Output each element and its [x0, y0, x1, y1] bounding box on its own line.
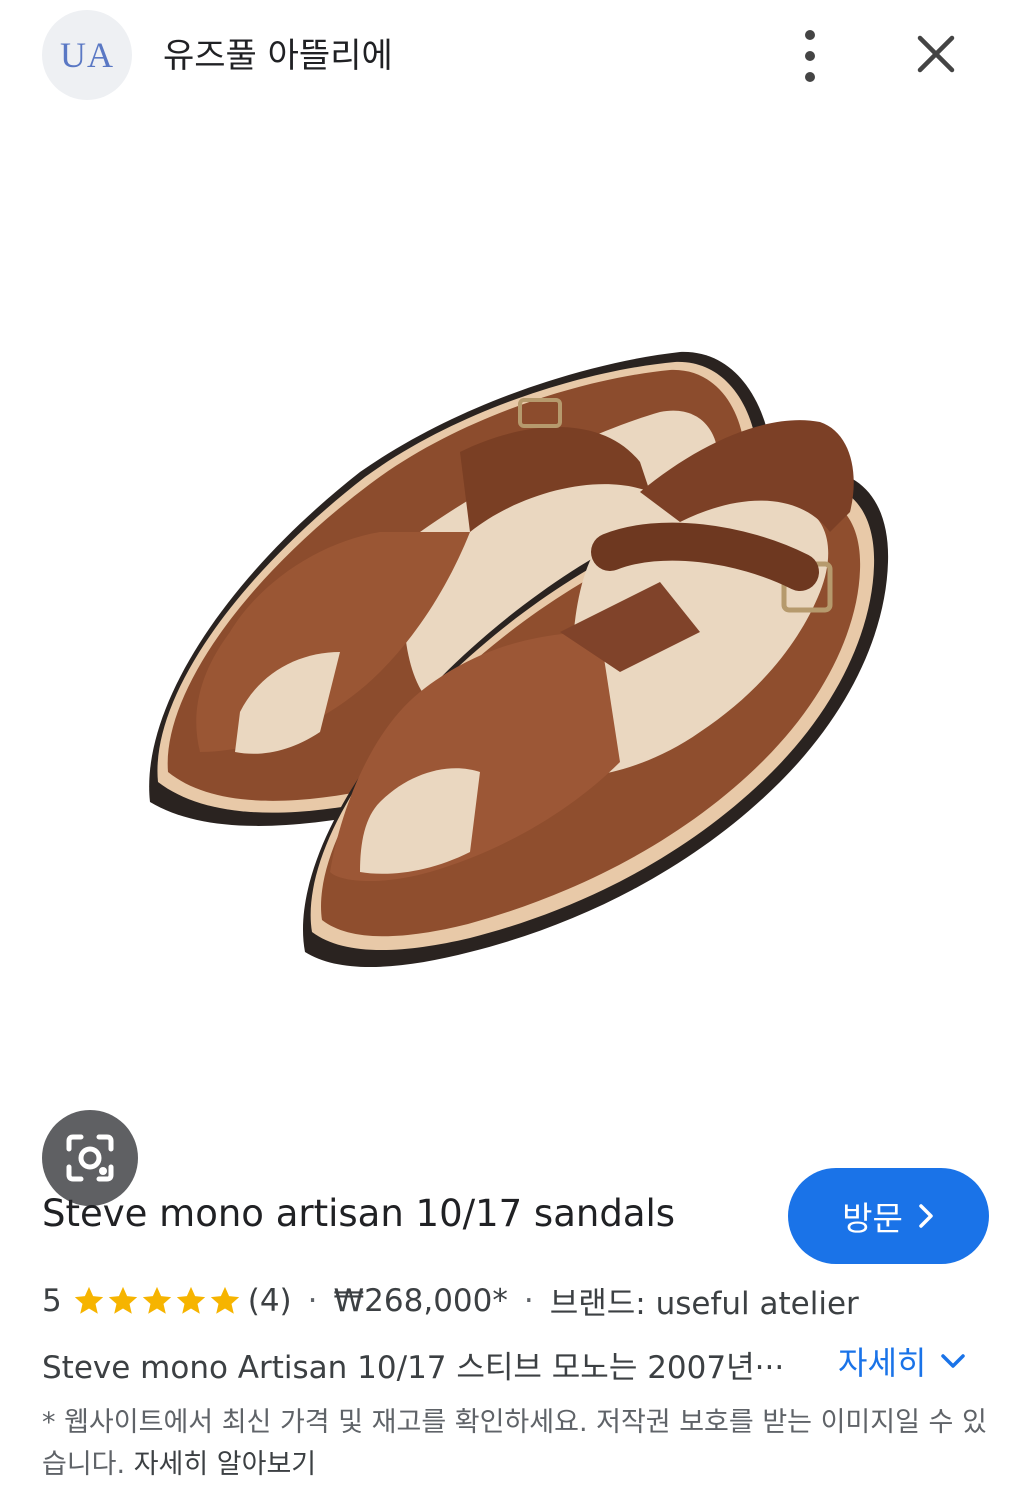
site-logo[interactable]: UA — [42, 10, 132, 100]
star-icon — [176, 1286, 205, 1314]
learn-more-link[interactable]: 자세히 알아보기 — [134, 1449, 316, 1480]
visit-button[interactable]: 방문 — [788, 1168, 989, 1264]
star-icon — [108, 1286, 137, 1314]
product-description: Steve mono Artisan 10/17 스티브 모노는 2007년··… — [42, 1350, 785, 1386]
rating-value: 5 — [42, 1282, 62, 1319]
brand: 브랜드: useful atelier — [549, 1286, 859, 1322]
visit-label: 방문 — [842, 1199, 903, 1238]
more-details-label: 자세히 — [838, 1344, 927, 1382]
review-count[interactable]: (4) — [248, 1283, 292, 1319]
sandals-illustration — [149, 351, 889, 968]
close-icon[interactable] — [912, 30, 960, 78]
site-name[interactable]: 유즈풀 아뜰리에 — [163, 28, 393, 77]
more-details-button[interactable]: 자세히 — [838, 1338, 966, 1384]
star-icon — [210, 1286, 239, 1314]
chevron-down-icon — [941, 1354, 966, 1368]
star-icon — [74, 1286, 103, 1314]
separator: · — [523, 1282, 534, 1319]
star-icon — [142, 1286, 171, 1314]
more-vert-icon[interactable] — [790, 30, 830, 82]
chevron-right-icon — [919, 1204, 933, 1228]
separator: · — [307, 1282, 318, 1319]
price: ₩268,000* — [333, 1282, 508, 1319]
product-meta: 5 (4) · ₩268,000* · 브랜드: useful atelier — [42, 1278, 859, 1323]
product-image[interactable] — [0, 112, 1032, 1206]
rating-stars — [72, 1284, 242, 1318]
header: UA 유즈풀 아뜰리에 — [0, 0, 1032, 112]
product-title[interactable]: Steve mono artisan 10/17 sandals — [42, 1192, 675, 1235]
copyright-notice: * 웹사이트에서 최신 가격 및 재고를 확인하세요. 저작권 보호를 받는 이… — [42, 1402, 992, 1486]
